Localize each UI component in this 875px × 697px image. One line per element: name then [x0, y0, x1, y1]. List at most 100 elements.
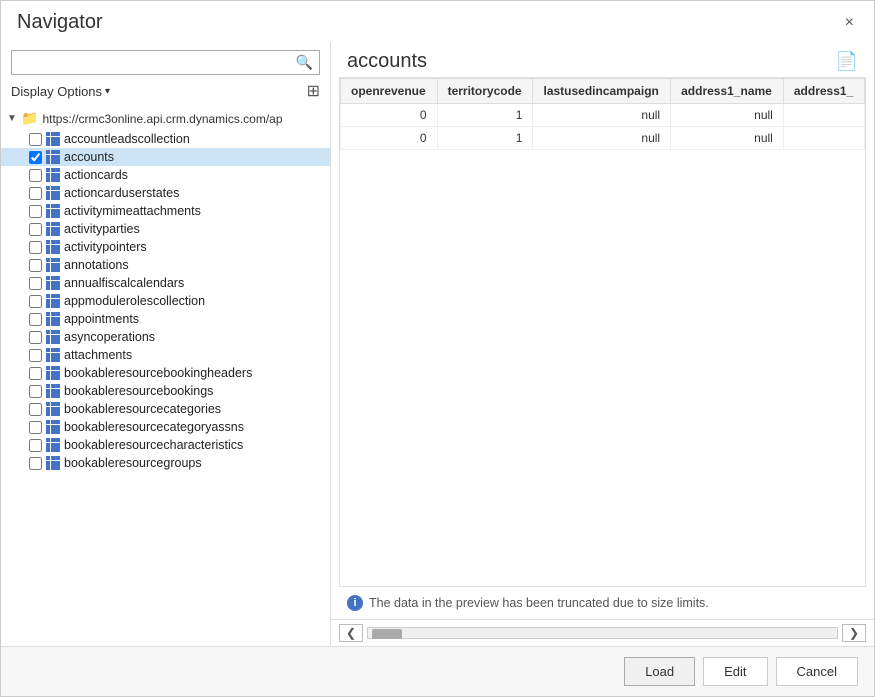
tree-item-checkbox[interactable]	[29, 349, 42, 362]
tree-item-checkbox[interactable]	[29, 367, 42, 380]
table-icon	[46, 168, 60, 182]
edit-button[interactable]: Edit	[703, 657, 767, 686]
main-content: 🔍 Display Options ▾ ⊞ ▼ 📁 https://crmc3o…	[1, 42, 874, 646]
dialog-title: Navigator	[17, 11, 103, 34]
tree-root-item[interactable]: ▼ 📁 https://crmc3online.api.crm.dynamics…	[1, 107, 330, 130]
tree-item-checkbox[interactable]	[29, 205, 42, 218]
tree-area[interactable]: ▼ 📁 https://crmc3online.api.crm.dynamics…	[1, 105, 330, 646]
export-icon-button[interactable]: 📄	[836, 51, 858, 72]
table-header-cell: lastusedincampaign	[533, 79, 671, 104]
collapse-icon: ▼	[7, 113, 17, 124]
table-icon	[46, 276, 60, 290]
tree-item-label: bookableresourcecategoryassns	[64, 420, 244, 434]
display-options-bar: Display Options ▾ ⊞	[1, 79, 330, 105]
table-icon	[46, 204, 60, 218]
table-icon	[46, 384, 60, 398]
load-button[interactable]: Load	[624, 657, 695, 686]
table-head: openrevenueterritorycodelastusedincampai…	[341, 79, 865, 104]
tree-list-item[interactable]: bookableresourcecategoryassns	[1, 418, 330, 436]
tree-item-checkbox[interactable]	[29, 277, 42, 290]
tree-item-checkbox[interactable]	[29, 439, 42, 452]
tree-list-item[interactable]: activitymimeattachments	[1, 202, 330, 220]
tree-item-label: annotations	[64, 258, 129, 272]
table-header-cell: address1_	[783, 79, 864, 104]
right-panel: accounts 📄 openrevenueterritorycodelastu…	[331, 42, 874, 646]
navigator-dialog: Navigator × 🔍 Display Options ▾ ⊞	[0, 0, 875, 697]
table-icon	[46, 402, 60, 416]
tree-item-label: accounts	[64, 150, 114, 164]
tree-list-item[interactable]: bookableresourcecharacteristics	[1, 436, 330, 454]
tree-item-label: bookableresourcecharacteristics	[64, 438, 243, 452]
tree-item-label: activitymimeattachments	[64, 204, 201, 218]
table-icon	[46, 312, 60, 326]
h-scrollbar-thumb[interactable]	[372, 629, 402, 639]
h-scrollbar-track[interactable]	[367, 627, 838, 639]
left-panel: 🔍 Display Options ▾ ⊞ ▼ 📁 https://crmc3o…	[1, 42, 331, 646]
tree-item-checkbox[interactable]	[29, 187, 42, 200]
close-button[interactable]: ×	[841, 13, 858, 33]
tree-list-item[interactable]: accounts	[1, 148, 330, 166]
scroll-left-button[interactable]: ❮	[339, 624, 363, 642]
table-cell: null	[533, 104, 671, 127]
tree-item-label: activitypointers	[64, 240, 147, 254]
table-header-cell: openrevenue	[341, 79, 438, 104]
tree-list-item[interactable]: accountleadscollection	[1, 130, 330, 148]
tree-item-checkbox[interactable]	[29, 223, 42, 236]
tree-item-checkbox[interactable]	[29, 421, 42, 434]
tree-list-item[interactable]: activityparties	[1, 220, 330, 238]
tree-item-label: actioncards	[64, 168, 128, 182]
tree-item-label: annualfiscalcalendars	[64, 276, 184, 290]
tree-item-checkbox[interactable]	[29, 169, 42, 182]
tree-items-container: accountleadscollection accounts actioncard…	[1, 130, 330, 472]
table-cell: null	[671, 127, 784, 150]
table-icon	[46, 438, 60, 452]
tree-list-item[interactable]: actioncarduserstates	[1, 184, 330, 202]
tree-list-item[interactable]: bookableresourcecategories	[1, 400, 330, 418]
tree-item-checkbox[interactable]	[29, 259, 42, 272]
tree-item-label: bookableresourcegroups	[64, 456, 202, 470]
display-options-label: Display Options	[11, 84, 102, 99]
display-options-button[interactable]: Display Options ▾	[11, 84, 110, 99]
tree-list-item[interactable]: bookableresourcegroups	[1, 454, 330, 472]
tree-list-item[interactable]: actioncards	[1, 166, 330, 184]
search-icon-button[interactable]: 🔍	[290, 51, 319, 74]
tree-item-checkbox[interactable]	[29, 385, 42, 398]
table-icon	[46, 366, 60, 380]
search-input[interactable]	[12, 51, 290, 74]
table-cell	[783, 127, 864, 150]
tree-item-checkbox[interactable]	[29, 313, 42, 326]
tree-item-checkbox[interactable]	[29, 403, 42, 416]
tree-item-checkbox[interactable]	[29, 151, 42, 164]
tree-item-checkbox[interactable]	[29, 295, 42, 308]
tree-item-label: bookableresourcebookings	[64, 384, 213, 398]
table-icon	[46, 222, 60, 236]
data-table-wrapper[interactable]: openrevenueterritorycodelastusedincampai…	[339, 77, 866, 587]
tree-item-checkbox[interactable]	[29, 331, 42, 344]
cancel-button[interactable]: Cancel	[776, 657, 858, 686]
tree-list-item[interactable]: bookableresourcebookingheaders	[1, 364, 330, 382]
tree-list-item[interactable]: asyncoperations	[1, 328, 330, 346]
tree-item-checkbox[interactable]	[29, 457, 42, 470]
tree-list-item[interactable]: appointments	[1, 310, 330, 328]
scroll-right-button[interactable]: ❯	[842, 624, 866, 642]
table-icon	[46, 294, 60, 308]
tree-list-item[interactable]: attachments	[1, 346, 330, 364]
display-icon-button[interactable]: ⊞	[307, 81, 320, 101]
tree-list-item[interactable]: annualfiscalcalendars	[1, 274, 330, 292]
tree-item-checkbox[interactable]	[29, 241, 42, 254]
tree-list-item[interactable]: annotations	[1, 256, 330, 274]
truncated-message: The data in the preview has been truncat…	[369, 596, 709, 610]
truncated-notice: i The data in the preview has been trunc…	[331, 587, 874, 619]
tree-item-label: asyncoperations	[64, 330, 155, 344]
info-icon: i	[347, 595, 363, 611]
folder-icon: 📁	[21, 110, 38, 127]
table-header-cell: territorycode	[437, 79, 533, 104]
tree-list-item[interactable]: bookableresourcebookings	[1, 382, 330, 400]
tree-list-item[interactable]: activitypointers	[1, 238, 330, 256]
search-bar: 🔍	[11, 50, 320, 75]
tree-list-item[interactable]: appmodulerolescollection	[1, 292, 330, 310]
table-icon	[46, 420, 60, 434]
table-row: 01nullnull	[341, 127, 865, 150]
table-icon	[46, 186, 60, 200]
tree-item-checkbox[interactable]	[29, 133, 42, 146]
